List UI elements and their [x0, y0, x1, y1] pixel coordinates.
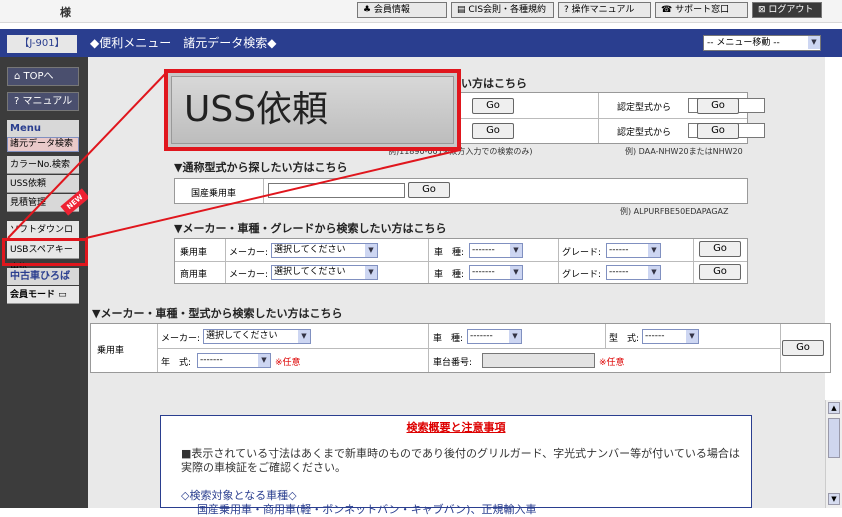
uss-callout-text: USS依頼 [171, 76, 454, 144]
uss-callout: USS依頼 [164, 69, 461, 151]
uss-highlight-box [2, 238, 88, 266]
